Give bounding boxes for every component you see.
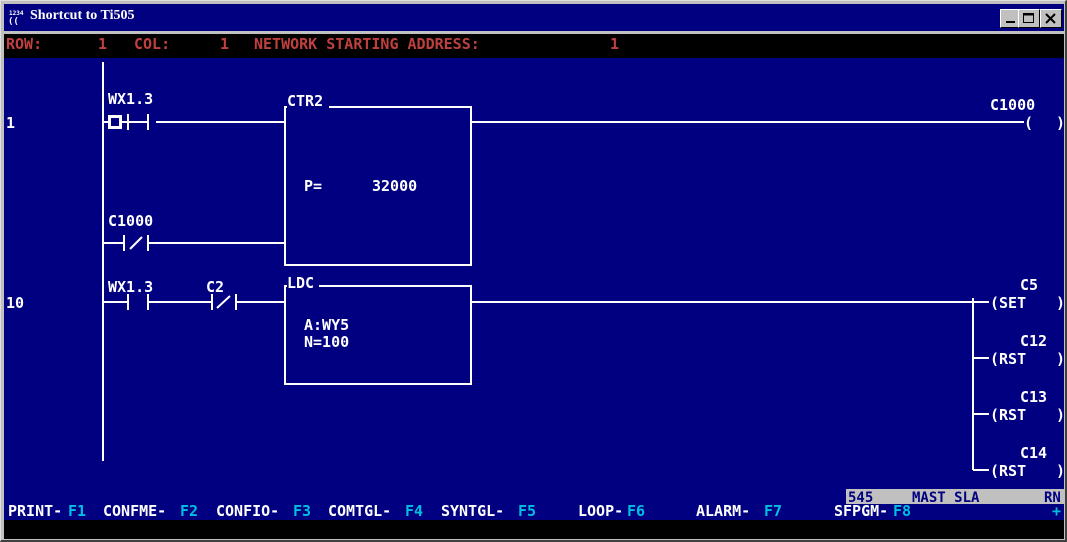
coil-open[interactable]: ( [1024, 114, 1033, 132]
coil-c12[interactable]: C12 (RST ) [990, 332, 1064, 368]
status-bar: ROW: 1 COL: 1 NETWORK STARTING ADDRESS: … [4, 34, 1064, 58]
fkey-sfpgm[interactable]: SFPGM- F8 [834, 502, 911, 520]
contact-wx1-3-net10[interactable] [122, 294, 154, 310]
fkey-confme[interactable]: CONFME- F2 [103, 502, 198, 520]
svg-text:+: + [1052, 502, 1061, 520]
svg-text:SFPGM-: SFPGM- [834, 502, 888, 520]
coil-close: ) [1056, 114, 1064, 132]
command-line[interactable] [4, 520, 1064, 539]
coil-open: (RST [990, 462, 1026, 480]
network-address-value: 1 [610, 35, 619, 53]
preset-value: 32000 [372, 177, 417, 195]
coil-c5[interactable]: C5 (SET ) [990, 276, 1064, 312]
coil-open: (SET [990, 294, 1026, 312]
contact-label: WX1.3 [108, 90, 153, 108]
svg-text:F3: F3 [293, 502, 311, 520]
close-button[interactable] [1040, 9, 1062, 28]
contact-c1000-nc[interactable] [116, 235, 164, 251]
box-name: LDC [287, 274, 314, 292]
coil-close: ) [1056, 294, 1064, 312]
svg-text:ALARM-: ALARM- [696, 502, 750, 520]
svg-text:SYNTGL-: SYNTGL- [441, 502, 504, 520]
row-label: ROW: [6, 35, 42, 53]
ladder-editor-screen[interactable]: ROW: 1 COL: 1 NETWORK STARTING ADDRESS: … [4, 34, 1064, 539]
svg-text:F6: F6 [627, 502, 645, 520]
col-value: 1 [220, 35, 229, 53]
svg-text:(( ): (( ) [8, 17, 25, 26]
network-number: 10 [6, 294, 24, 312]
network-number: 1 [6, 114, 15, 132]
svg-text:F7: F7 [764, 502, 782, 520]
box-param: N=100 [304, 333, 349, 351]
svg-text:COMTGL-: COMTGL- [328, 502, 391, 520]
row-value: 1 [98, 35, 107, 53]
svg-text:F1: F1 [68, 502, 86, 520]
svg-text:F5: F5 [518, 502, 536, 520]
coil-label: C1000 [990, 96, 1035, 114]
fkey-comtgl[interactable]: COMTGL- F4 [328, 502, 423, 520]
coil-close: ) [1056, 350, 1064, 368]
terminal-window: 1234 (( ) Shortcut to Ti505 ROW: 1 COL: … [0, 0, 1067, 542]
fkey-print[interactable]: PRINT- F1 [8, 502, 86, 520]
fkey-syntgl[interactable]: SYNTGL- F5 [441, 502, 536, 520]
fkey-loop[interactable]: LOOP- F6 [578, 502, 645, 520]
ladder-diagram[interactable]: WX1.3 C1000 1 10 CTR2 P= 32000 C1000 ( ) [4, 58, 1064, 504]
fkey-alarm[interactable]: ALARM- F7 [696, 502, 782, 520]
box-param: A:WY5 [304, 316, 349, 334]
coil-close: ) [1056, 406, 1064, 424]
preset-label: P= [304, 177, 322, 195]
app-icon: 1234 (( ) [8, 9, 30, 27]
svg-text:LOOP-: LOOP- [578, 502, 623, 520]
svg-text:1234: 1234 [9, 10, 24, 17]
function-key-bar: PRINT- F1 CONFME- F2 CONFIO- F3 COMTGL- … [8, 502, 1061, 520]
contact-c2-nc[interactable] [208, 294, 237, 310]
network-address-label: NETWORK STARTING ADDRESS: [254, 35, 480, 53]
coil-c13[interactable]: C13 (RST ) [990, 388, 1064, 424]
title-bar[interactable]: 1234 (( ) Shortcut to Ti505 [4, 4, 1064, 31]
coil-c14[interactable]: C14 (RST ) [990, 444, 1064, 480]
svg-text:F4: F4 [405, 502, 423, 520]
fkey-confio[interactable]: CONFIO- F3 [216, 502, 311, 520]
box-name: CTR2 [287, 92, 323, 110]
coil-open: (RST [990, 350, 1026, 368]
svg-text:PRINT-: PRINT- [8, 502, 62, 520]
svg-text:CONFIO-: CONFIO- [216, 502, 279, 520]
coil-label: C14 [1020, 444, 1047, 462]
contact-label: C2 [206, 278, 224, 296]
coil-label: C13 [1020, 388, 1047, 406]
coil-label: C12 [1020, 332, 1047, 350]
svg-text:F8: F8 [893, 502, 911, 520]
col-label: COL: [134, 35, 170, 53]
svg-text:CONFME-: CONFME- [103, 502, 166, 520]
window-title: Shortcut to Ti505 [30, 8, 135, 23]
coil-label: C5 [1020, 276, 1038, 294]
svg-text:F2: F2 [180, 502, 198, 520]
coil-open: (RST [990, 406, 1026, 424]
fkey-more[interactable]: + [1052, 502, 1061, 520]
coil-close: ) [1056, 462, 1064, 480]
contact-label: WX1.3 [108, 278, 153, 296]
maximize-button[interactable] [1018, 9, 1040, 28]
contact-label: C1000 [108, 212, 153, 230]
